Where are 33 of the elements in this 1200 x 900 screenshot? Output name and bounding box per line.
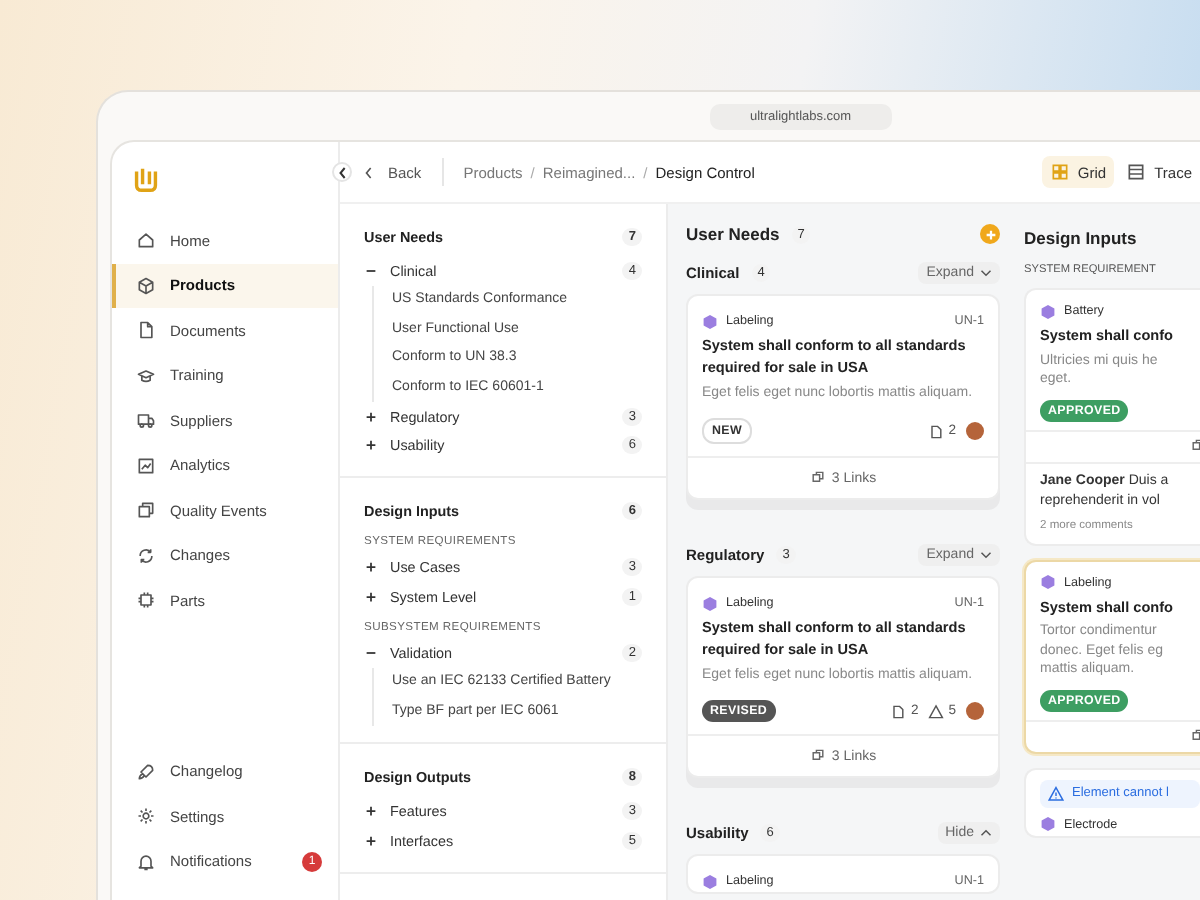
hexagon-icon	[1040, 574, 1056, 590]
hexagon-icon	[702, 313, 718, 329]
chevron-left-icon	[337, 165, 347, 179]
truck-icon	[136, 410, 156, 431]
document-icon	[890, 703, 907, 719]
document-icon	[136, 320, 156, 341]
squares-icon	[136, 500, 156, 521]
chart-icon	[136, 455, 156, 476]
settings-icon	[136, 806, 156, 827]
chevron-left-icon	[364, 165, 374, 179]
cycle-icon	[136, 545, 156, 566]
collapse-button[interactable]	[332, 162, 352, 182]
warning-icon	[928, 703, 945, 719]
hexagon-icon	[702, 873, 718, 889]
hexagon-icon	[1040, 303, 1056, 319]
logo-icon	[134, 166, 158, 194]
chevron-down-icon	[980, 267, 992, 277]
graduation-cap-icon	[136, 365, 156, 386]
column-title: Design Inputs	[1024, 228, 1137, 248]
chevron-down-icon	[980, 549, 992, 559]
cube-icon	[136, 275, 156, 296]
grid-icon	[1049, 162, 1070, 182]
hexagon-icon	[1040, 816, 1056, 832]
column-title: User Needs	[686, 224, 780, 244]
warning-icon	[1048, 785, 1064, 801]
chip-icon	[136, 590, 156, 611]
hexagon-icon	[702, 595, 718, 611]
house-icon	[136, 230, 156, 251]
table-icon	[1126, 162, 1147, 182]
plus-icon	[983, 227, 997, 241]
document-icon	[928, 423, 945, 439]
bell-icon	[136, 851, 156, 872]
chevron-up-icon	[980, 827, 992, 837]
